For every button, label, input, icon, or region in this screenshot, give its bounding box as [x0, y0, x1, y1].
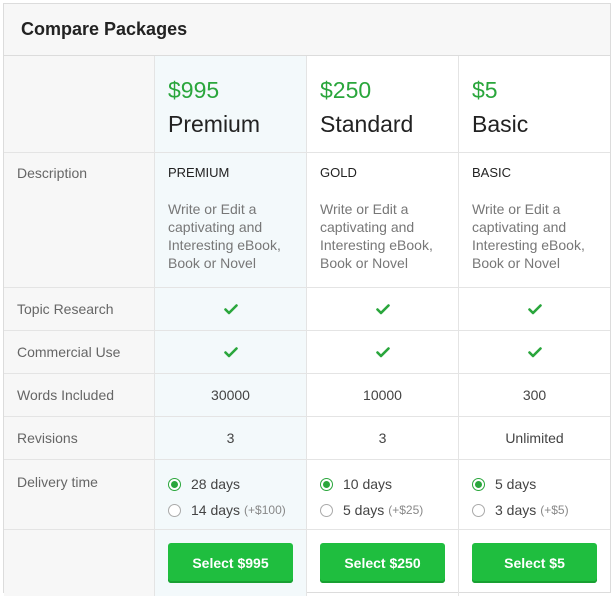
delivery-options: 10 days 5 days (+$25) [307, 460, 459, 529]
topic-research-cell [307, 288, 459, 330]
words-cell: 10000 [307, 374, 459, 416]
delivery-label: 28 days [191, 476, 241, 492]
panel-header: Compare Packages [4, 4, 610, 56]
package-price: $250 [320, 77, 372, 103]
commercial-use-row: Commercial Use [4, 331, 610, 374]
delivery-extra-cost: (+$25) [388, 503, 424, 517]
package-name: Standard [320, 111, 414, 137]
radio-unselected[interactable] [472, 503, 485, 517]
check-icon [375, 303, 390, 314]
row-label: Description [4, 153, 155, 287]
button-cell: Select $5 [459, 530, 610, 596]
check-icon [223, 303, 238, 314]
package-tier: BASIC [472, 165, 512, 180]
package-tier: PREMIUM [168, 165, 230, 180]
words-cell: 30000 [155, 374, 307, 416]
package-name: Premium [168, 111, 261, 137]
delivery-label: 5 days [495, 476, 537, 492]
check-icon [527, 303, 542, 314]
delivery-option[interactable]: 10 days [320, 472, 458, 496]
row-label: Words Included [4, 374, 155, 416]
radio-selected[interactable] [168, 477, 181, 491]
topic-research-cell [459, 288, 610, 330]
revisions-cell: 3 [155, 417, 307, 459]
commercial-use-cell [307, 331, 459, 373]
delivery-label: 10 days [343, 476, 393, 492]
delivery-option[interactable]: 5 days (+$25) [320, 498, 458, 522]
empty-cell [4, 530, 155, 596]
check-icon [527, 346, 542, 357]
package-basic-header: $5 Basic [459, 56, 610, 152]
package-name: Basic [472, 111, 529, 137]
topic-research-cell [155, 288, 307, 330]
commercial-use-cell [155, 331, 307, 373]
words-cell: 300 [522, 387, 547, 403]
button-cell: Select $995 [155, 530, 307, 596]
package-description: Write or Edit a captivating and Interest… [320, 201, 433, 271]
delivery-label: 5 days [343, 502, 385, 518]
description-row: Description PREMIUM Write or Edit a capt… [4, 153, 610, 288]
delivery-option[interactable]: 3 days (+$5) [472, 498, 610, 522]
delivery-label: 3 days [495, 502, 537, 518]
package-premium-header: $995 Premium [155, 56, 307, 152]
row-label: Commercial Use [4, 331, 155, 373]
package-header-row: $995 Premium $250 Standard $5 Basic [4, 56, 610, 153]
revisions-row: Revisions 3 3 Unlimited [4, 417, 610, 460]
description-cell: BASIC Write or Edit a captivating and In… [459, 153, 610, 287]
row-label: Topic Research [4, 288, 155, 330]
page-title: Compare Packages [21, 19, 188, 39]
words-included-row: Words Included 30000 10000 300 [4, 374, 610, 417]
comparison-table: $995 Premium $250 Standard $5 Basic Desc… [4, 56, 610, 596]
select-button-row: Select $995 Select $250 Select $5 [4, 530, 610, 596]
package-description: Write or Edit a captivating and Interest… [472, 201, 585, 271]
revisions-cell: Unlimited [505, 430, 564, 446]
delivery-time-row: Delivery time 28 days 14 days (+$100) 10… [4, 460, 610, 530]
delivery-extra-cost: (+$100) [244, 503, 286, 517]
select-basic-button[interactable]: Select $5 [472, 543, 597, 583]
description-cell: GOLD Write or Edit a captivating and Int… [307, 153, 459, 287]
check-icon [223, 346, 238, 357]
package-description: Write or Edit a captivating and Interest… [168, 201, 281, 271]
check-icon [375, 346, 390, 357]
revisions-cell: 3 [307, 417, 459, 459]
corner-cell [4, 56, 155, 152]
delivery-options: 5 days 3 days (+$5) [459, 460, 610, 529]
package-standard-header: $250 Standard [307, 56, 459, 152]
radio-selected[interactable] [472, 477, 485, 491]
delivery-option[interactable]: 28 days [168, 472, 306, 496]
delivery-options: 28 days 14 days (+$100) [155, 460, 307, 529]
delivery-label: 14 days [191, 502, 241, 518]
delivery-option[interactable]: 14 days (+$100) [168, 498, 306, 522]
select-premium-button[interactable]: Select $995 [168, 543, 293, 583]
radio-unselected[interactable] [168, 503, 181, 517]
package-price: $5 [472, 77, 498, 103]
compare-packages-panel: Compare Packages $995 Premium $250 Stand… [3, 3, 611, 596]
row-label: Delivery time [4, 460, 155, 529]
package-tier: GOLD [320, 165, 357, 180]
description-cell: PREMIUM Write or Edit a captivating and … [155, 153, 307, 287]
button-cell: Select $250 [307, 530, 459, 596]
commercial-use-cell [459, 331, 610, 373]
radio-unselected[interactable] [320, 503, 333, 517]
select-standard-button[interactable]: Select $250 [320, 543, 445, 583]
package-price: $995 [168, 77, 220, 103]
row-label: Revisions [4, 417, 155, 459]
delivery-extra-cost: (+$5) [540, 503, 569, 517]
delivery-option[interactable]: 5 days [472, 472, 610, 496]
radio-selected[interactable] [320, 477, 333, 491]
topic-research-row: Topic Research [4, 288, 610, 331]
